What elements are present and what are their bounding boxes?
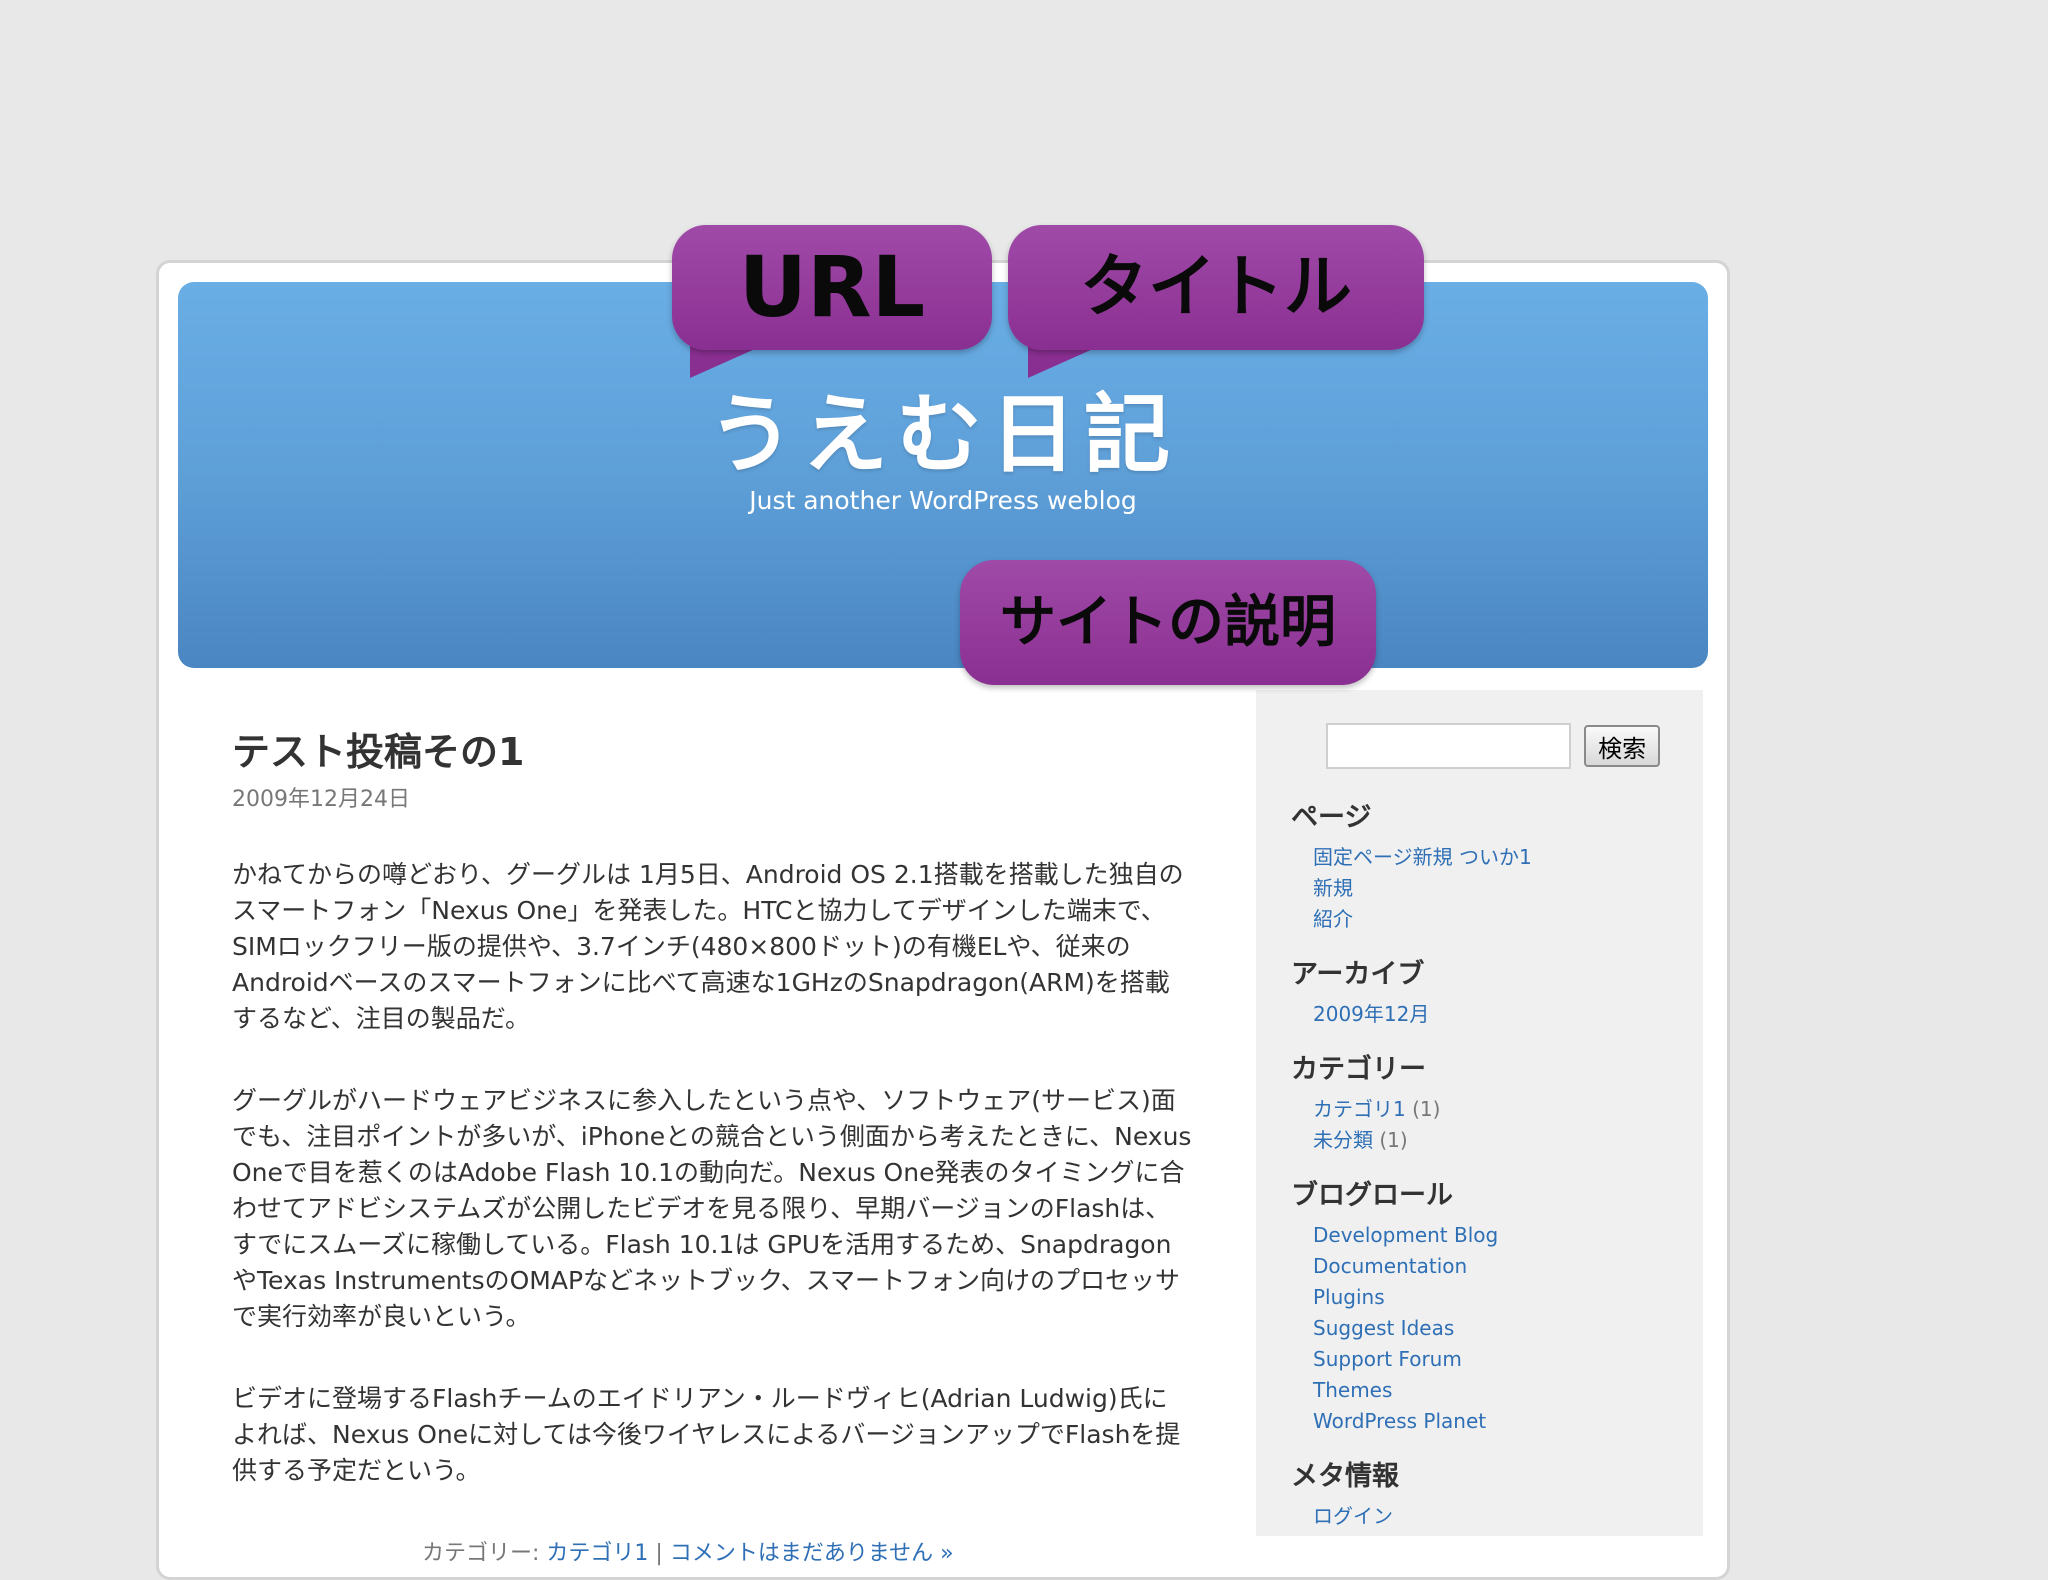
list-item: カテゴリ1 (1) bbox=[1313, 1094, 1691, 1125]
blogroll-heading: ブログロール bbox=[1291, 1180, 1453, 1211]
sidebar: 検索 ページ 固定ページ新規 ついか1 新規 紹介 アーカイブ 2009年12月… bbox=[1256, 690, 1703, 1536]
meta-widget: メタ情報 ログイン bbox=[1291, 1459, 1691, 1532]
post-category-link[interactable]: カテゴリ1 bbox=[546, 1541, 648, 1566]
sidebar-widgets: ページ 固定ページ新規 ついか1 新規 紹介 アーカイブ 2009年12月 カテ… bbox=[1291, 800, 1691, 1554]
list-item: Suggest Ideas bbox=[1313, 1313, 1691, 1344]
list-item: 紹介 bbox=[1313, 904, 1691, 935]
page-link[interactable]: 紹介 bbox=[1313, 907, 1353, 931]
post-body: かねてからの噂どおり、グーグルは 1月5日、Android OS 2.1搭載を搭… bbox=[232, 857, 1192, 1489]
archives-widget: アーカイブ 2009年12月 bbox=[1291, 957, 1691, 1030]
list-item: ログイン bbox=[1313, 1501, 1691, 1532]
list-item: 2009年12月 bbox=[1313, 999, 1691, 1030]
blogroll-list: Development Blog Documentation Plugins S… bbox=[1291, 1220, 1691, 1437]
list-item: Documentation bbox=[1313, 1251, 1691, 1282]
site-description: Just another WordPress weblog bbox=[749, 486, 1137, 515]
category-count: (1) bbox=[1412, 1097, 1441, 1121]
category-count: (1) bbox=[1379, 1128, 1408, 1152]
url-callout: URL bbox=[672, 225, 992, 350]
page-link[interactable]: 固定ページ新規 ついか1 bbox=[1313, 845, 1532, 869]
list-item: Development Blog bbox=[1313, 1220, 1691, 1251]
post-comments-link[interactable]: コメントはまだありません » bbox=[670, 1541, 954, 1566]
list-item: WordPress Planet bbox=[1313, 1406, 1691, 1437]
search-button[interactable]: 検索 bbox=[1584, 725, 1661, 767]
blogroll-link[interactable]: Plugins bbox=[1313, 1285, 1385, 1309]
list-item: 新規 bbox=[1313, 873, 1691, 904]
blogroll-link[interactable]: Themes bbox=[1313, 1378, 1392, 1402]
search-input[interactable] bbox=[1326, 723, 1571, 769]
main-content: テスト投稿その1 2009年12月24日 かねてからの噂どおり、グーグルは 1月… bbox=[232, 725, 1192, 1567]
archive-link[interactable]: 2009年12月 bbox=[1313, 1002, 1429, 1026]
site-title[interactable]: うえむ日記 bbox=[178, 387, 1708, 483]
list-item: 固定ページ新規 ついか1 bbox=[1313, 842, 1691, 873]
blogroll-widget: ブログロール Development Blog Documentation Pl… bbox=[1291, 1178, 1691, 1437]
meta-list: ログイン bbox=[1291, 1501, 1691, 1532]
list-item: 未分類 (1) bbox=[1313, 1125, 1691, 1156]
blogroll-link[interactable]: Suggest Ideas bbox=[1313, 1316, 1454, 1340]
blogroll-link[interactable]: Support Forum bbox=[1313, 1347, 1462, 1371]
list-item: Themes bbox=[1313, 1375, 1691, 1406]
post-date: 2009年12月24日 bbox=[232, 787, 410, 812]
categories-widget: カテゴリー カテゴリ1 (1) 未分類 (1) bbox=[1291, 1052, 1691, 1156]
page-link[interactable]: 新規 bbox=[1313, 876, 1353, 900]
post-paragraph: かねてからの噂どおり、グーグルは 1月5日、Android OS 2.1搭載を搭… bbox=[232, 860, 1184, 1033]
list-item: Plugins bbox=[1313, 1282, 1691, 1313]
category-link[interactable]: 未分類 bbox=[1313, 1128, 1373, 1152]
archives-list: 2009年12月 bbox=[1291, 999, 1691, 1030]
categories-heading: カテゴリー bbox=[1291, 1054, 1426, 1085]
list-item: Support Forum bbox=[1313, 1344, 1691, 1375]
post-title[interactable]: テスト投稿その1 bbox=[232, 725, 1192, 779]
description-callout: サイトの説明 bbox=[960, 560, 1376, 685]
blogroll-link[interactable]: Documentation bbox=[1313, 1254, 1467, 1278]
pages-widget: ページ 固定ページ新規 ついか1 新規 紹介 bbox=[1291, 800, 1691, 935]
pages-list: 固定ページ新規 ついか1 新規 紹介 bbox=[1291, 842, 1691, 935]
blogroll-link[interactable]: Development Blog bbox=[1313, 1223, 1498, 1247]
post-paragraph: グーグルがハードウェアビジネスに参入したという点や、ソフトウェア(サービス)面で… bbox=[232, 1086, 1192, 1331]
blogroll-link[interactable]: WordPress Planet bbox=[1313, 1409, 1486, 1433]
post-meta-separator: | bbox=[648, 1541, 670, 1566]
post-meta: カテゴリー: カテゴリ1 | コメントはまだありません » bbox=[232, 1535, 1192, 1567]
categories-list: カテゴリ1 (1) 未分類 (1) bbox=[1291, 1094, 1691, 1156]
post-paragraph: ビデオに登場するFlashチームのエイドリアン・ルードヴィヒ(Adrian Lu… bbox=[232, 1384, 1181, 1485]
archives-heading: アーカイブ bbox=[1291, 959, 1425, 990]
login-link[interactable]: ログイン bbox=[1313, 1504, 1393, 1528]
meta-heading: メタ情報 bbox=[1291, 1461, 1399, 1492]
category-link[interactable]: カテゴリ1 bbox=[1313, 1097, 1406, 1121]
pages-heading: ページ bbox=[1291, 802, 1372, 833]
search-form: 検索 bbox=[1326, 723, 1661, 769]
post-meta-label: カテゴリー: bbox=[422, 1541, 547, 1566]
title-callout: タイトル bbox=[1008, 225, 1424, 350]
